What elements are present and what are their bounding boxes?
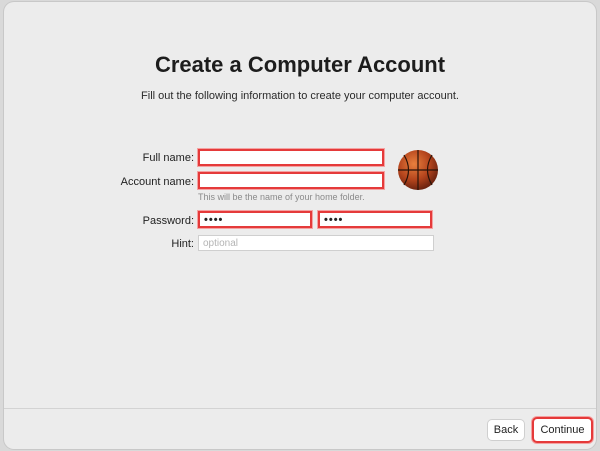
full-name-field[interactable] — [198, 149, 384, 166]
account-name-field[interactable] — [198, 172, 384, 189]
continue-button[interactable]: Continue — [532, 417, 593, 443]
password-field[interactable]: •••• — [198, 211, 312, 228]
account-name-label: Account name: — [120, 176, 194, 188]
home-folder-note: This will be the name of your home folde… — [198, 192, 365, 202]
basketball-icon[interactable] — [396, 148, 440, 192]
full-name-label: Full name: — [142, 152, 194, 164]
hint-label: Hint: — [171, 238, 194, 250]
password-label: Password: — [142, 215, 194, 227]
verify-password-field[interactable]: •••• — [318, 211, 432, 228]
page-subtitle: Fill out the following information to cr… — [141, 90, 459, 102]
page-title: Create a Computer Account — [154, 52, 446, 77]
hint-field[interactable] — [198, 235, 434, 251]
footer-divider — [4, 408, 596, 409]
setup-window: Create a Computer Account Fill out the f… — [4, 2, 596, 449]
back-button[interactable]: Back — [487, 419, 525, 441]
